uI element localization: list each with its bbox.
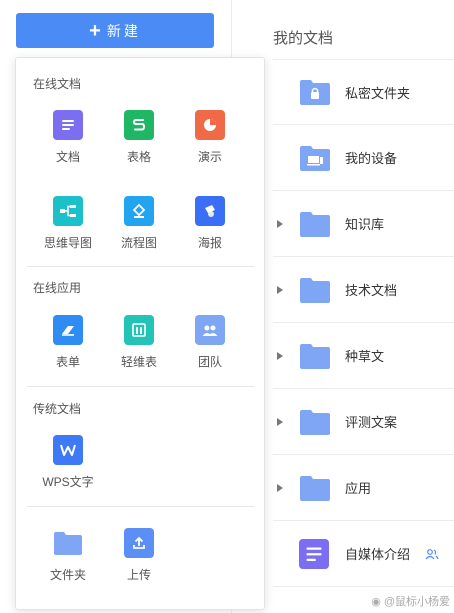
row-label: 我的设备 xyxy=(345,151,398,166)
new-wps-writer-label: WPS文字 xyxy=(42,475,94,489)
new-sheet-label: 表格 xyxy=(126,150,151,164)
watermark-text: @鼠标小杨爱 xyxy=(383,596,450,608)
expand-arrow-icon[interactable] xyxy=(277,285,283,294)
new-button-label: 新建 xyxy=(106,22,141,39)
private-folder-icon xyxy=(300,80,330,105)
row-label: 技术文档 xyxy=(345,283,398,298)
list-item[interactable]: 知识库 xyxy=(273,191,454,257)
new-sheet-tile[interactable]: 表格 xyxy=(103,110,175,165)
expand-arrow-icon[interactable] xyxy=(277,483,283,492)
wps-writer-icon xyxy=(53,435,83,465)
folder-icon xyxy=(300,475,330,501)
new-slides-label: 演示 xyxy=(197,150,222,164)
watermark: ◉ @鼠标小杨爱 xyxy=(371,593,450,609)
folder-icon xyxy=(53,528,83,558)
light-table-icon xyxy=(124,315,154,345)
new-form-label: 表单 xyxy=(55,355,80,369)
mindmap-icon xyxy=(53,196,83,226)
folder-icon xyxy=(300,211,330,237)
plus-icon: + xyxy=(89,19,101,42)
row-label: 知识库 xyxy=(345,217,385,232)
row-label: 种草文 xyxy=(345,349,385,364)
folder-icon xyxy=(300,343,330,369)
sheet-icon xyxy=(124,110,154,140)
list-item[interactable]: 自媒体介绍 xyxy=(273,521,454,587)
doc-icon xyxy=(53,110,83,140)
new-mindmap-label: 思维导图 xyxy=(43,236,92,250)
list-item[interactable]: 种草文 xyxy=(273,323,454,389)
shared-users-icon xyxy=(425,548,439,559)
new-poster-label: 海报 xyxy=(197,236,222,250)
device-folder-icon xyxy=(300,145,330,171)
new-light-table-label: 轻维表 xyxy=(120,355,157,369)
new-team-tile[interactable]: 团队 xyxy=(174,315,246,370)
folder-icon xyxy=(300,409,330,435)
flowchart-icon xyxy=(124,196,154,226)
upload-icon xyxy=(124,528,154,558)
list-item[interactable]: 私密文件夹 xyxy=(273,59,454,125)
new-poster-tile[interactable]: 海报 xyxy=(174,196,246,251)
folder-icon xyxy=(300,277,330,303)
expand-arrow-icon[interactable] xyxy=(277,417,283,426)
new-flowchart-label: 流程图 xyxy=(120,236,157,250)
expand-arrow-icon[interactable] xyxy=(277,219,283,228)
list-item[interactable]: 应用 xyxy=(273,455,454,521)
new-doc-tile[interactable]: 文档 xyxy=(32,110,104,165)
new-folder-label: 文件夹 xyxy=(49,568,86,582)
new-doc-label: 文档 xyxy=(55,150,80,164)
upload-label: 上传 xyxy=(126,568,151,582)
new-team-label: 团队 xyxy=(197,355,222,369)
divider xyxy=(27,386,255,387)
section-title-online-docs: 在线文档 xyxy=(33,77,82,91)
expand-arrow-icon[interactable] xyxy=(277,351,283,360)
doc-icon xyxy=(299,538,329,569)
section-title-online-apps: 在线应用 xyxy=(33,281,82,295)
section-title-traditional-docs: 传统文档 xyxy=(33,402,82,416)
slides-icon xyxy=(195,110,225,140)
form-icon xyxy=(53,315,83,345)
new-light-table-tile[interactable]: 轻维表 xyxy=(103,315,175,370)
new-folder-tile[interactable]: 文件夹 xyxy=(32,528,104,583)
new-wps-writer-tile[interactable]: WPS文字 xyxy=(32,435,104,490)
divider xyxy=(27,266,255,267)
row-label: 自媒体介绍 xyxy=(345,547,411,562)
row-label: 私密文件夹 xyxy=(345,85,411,101)
new-button[interactable]: + 新建 xyxy=(16,13,214,48)
new-slides-tile[interactable]: 演示 xyxy=(174,110,246,165)
list-item[interactable]: 我的设备 xyxy=(273,125,454,191)
upload-tile[interactable]: 上传 xyxy=(103,528,175,583)
my-docs-header: 我的文档 xyxy=(273,30,334,47)
team-icon xyxy=(195,315,225,345)
new-flowchart-tile[interactable]: 流程图 xyxy=(103,196,175,251)
new-mindmap-tile[interactable]: 思维导图 xyxy=(32,196,104,251)
new-form-tile[interactable]: 表单 xyxy=(32,315,104,370)
list-item[interactable]: 评测文案 xyxy=(273,389,454,455)
new-dropdown-panel: 在线文档 文档 表格 演示 思维导图 流程图 海报 在线应用 表单 轻维表 团队… xyxy=(15,57,265,610)
weibo-icon: ◉ xyxy=(371,595,381,608)
row-label: 评测文案 xyxy=(345,415,398,430)
row-label: 应用 xyxy=(345,481,372,496)
divider xyxy=(27,506,255,507)
list-item[interactable]: 技术文档 xyxy=(273,257,454,323)
poster-icon xyxy=(195,196,225,226)
